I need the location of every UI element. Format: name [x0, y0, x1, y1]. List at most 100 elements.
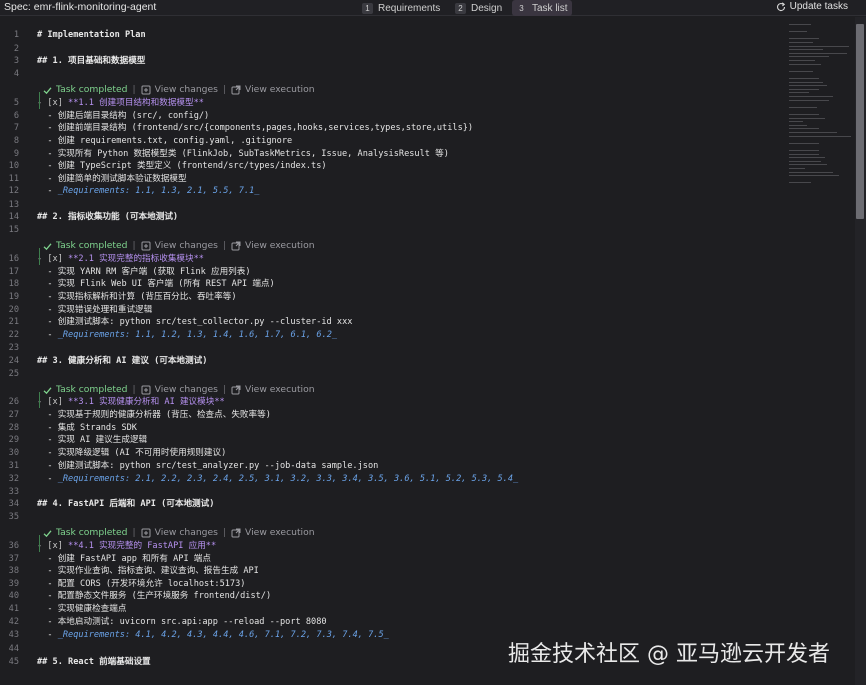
- line-number: 26: [8, 397, 19, 407]
- editor-line[interactable]: 7 - 创建前端目录结构 (frontend/src/{components,p…: [0, 122, 800, 134]
- section-heading: ## 2. 指标收集功能 (可本地测试): [37, 212, 179, 222]
- task-completed-status[interactable]: Task completed: [43, 527, 128, 539]
- line-text: - 创建简单的测试脚本验证数据模型: [37, 174, 187, 184]
- editor-line[interactable]: 19 - 实现指标解析和计算 (背压百分比、吞吐率等): [0, 291, 800, 303]
- minimap-line: [789, 52, 847, 54]
- editor-line[interactable]: 25: [0, 368, 800, 380]
- editor-line[interactable]: 4: [0, 68, 800, 80]
- watermark: 掘金技术社区 @ 亚马逊云开发者: [508, 642, 830, 667]
- task-checkbox[interactable]: - [x]: [37, 397, 68, 407]
- minimap-line: [789, 60, 815, 61]
- editor-line[interactable]: 26 - [x] **3.1 实现健康分析和 AI 建议模块**: [0, 396, 800, 408]
- task-completed-status[interactable]: Task completed: [43, 240, 128, 252]
- editor-line[interactable]: 42 - 本地启动测试: uvicorn src.api:app --reloa…: [0, 616, 800, 628]
- minimap[interactable]: [787, 24, 853, 194]
- line-text: - 本地启动测试: uvicorn src.api:app --reload -…: [37, 617, 327, 627]
- editor-line[interactable]: 21 - 创建测试脚本: python src/test_collector.p…: [0, 316, 800, 328]
- editor-line[interactable]: 33: [0, 486, 800, 498]
- editor-line[interactable]: 38 - 实现作业查询、指标查询、建议查询、报告生成 API: [0, 565, 800, 577]
- task-editor[interactable]: 1 # Implementation Plan 2 3 ## 1. 项目基础和数据模型 4…: [0, 17, 866, 685]
- editor-line[interactable]: 39 - 配置 CORS (开发环境允许 localhost:5173): [0, 578, 800, 590]
- editor-line[interactable]: 18 - 实现 Flink Web UI 客户端 (所有 REST API 端点…: [0, 278, 800, 290]
- editor-line[interactable]: 27 - 实现基于规则的健康分析器 (背压、检查点、失败率等): [0, 409, 800, 421]
- minimap-line: [789, 88, 819, 90]
- editor-line[interactable]: 2: [0, 43, 800, 55]
- view-execution-link[interactable]: View execution: [231, 527, 315, 539]
- completed-label: Task completed: [56, 527, 128, 538]
- minimap-line: [789, 45, 849, 47]
- list-bullet: -: [37, 474, 58, 484]
- task-bracket: [39, 535, 40, 552]
- minimap-line: [789, 78, 819, 79]
- editor-line[interactable]: 40 - 配置静态文件服务 (生产环境服务 frontend/dist/): [0, 590, 800, 602]
- editor-line[interactable]: 23: [0, 342, 800, 354]
- update-tasks-button[interactable]: Update tasks: [776, 1, 848, 12]
- separator: |: [132, 527, 136, 538]
- editor-line[interactable]: 13: [0, 199, 800, 211]
- editor-line[interactable]: 29 - 实现 AI 建议生成逻辑: [0, 434, 800, 446]
- task-bracket: [39, 248, 40, 265]
- editor-line[interactable]: 8 - 创建 requirements.txt, config.yaml, .g…: [0, 135, 800, 147]
- line-number: 20: [8, 305, 19, 315]
- editor-line[interactable]: 37 - 创建 FastAPI app 和所有 API 端点: [0, 553, 800, 565]
- view-execution-label: View execution: [245, 84, 315, 95]
- tab-design[interactable]: 2 Design: [455, 0, 502, 16]
- editor-line[interactable]: 11 - 创建简单的测试脚本验证数据模型: [0, 173, 800, 185]
- completed-label: Task completed: [56, 240, 128, 251]
- task-completed-status[interactable]: Task completed: [43, 84, 128, 96]
- spec-title: Spec: emr-flink-monitoring-agent: [4, 1, 157, 13]
- line-number: 1: [13, 30, 19, 40]
- line-number: 4: [13, 69, 19, 79]
- view-changes-link[interactable]: View changes: [141, 527, 218, 539]
- editor-line[interactable]: 34 ## 4. FastAPI 后端和 API (可本地测试): [0, 498, 800, 510]
- task-title: **3.1 实现健康分析和 AI 建议模块**: [68, 397, 225, 407]
- editor-line[interactable]: 28 - 集成 Strands SDK: [0, 422, 800, 434]
- editor-line[interactable]: 1 # Implementation Plan: [0, 29, 800, 41]
- editor-line[interactable]: 14 ## 2. 指标收集功能 (可本地测试): [0, 211, 800, 223]
- editor-line[interactable]: 24 ## 3. 健康分析和 AI 建议 (可本地测试): [0, 355, 800, 367]
- view-execution-link[interactable]: View execution: [231, 384, 315, 396]
- editor-line[interactable]: 22 - _Requirements: 1.1, 1.2, 1.3, 1.4, …: [0, 329, 800, 341]
- check-icon: [43, 242, 52, 250]
- requirements-refs: _Requirements: 2.1, 2.2, 2.3, 2.4, 2.5, …: [57, 474, 519, 484]
- task-checkbox[interactable]: - [x]: [37, 541, 68, 551]
- editor-line[interactable]: 35: [0, 511, 800, 523]
- editor-line[interactable]: 30 - 实现降级逻辑 (AI 不可用时使用规则建议): [0, 447, 800, 459]
- line-number: 25: [8, 369, 19, 379]
- minimap-line: [789, 124, 807, 126]
- line-text: - 创建前端目录结构 (frontend/src/{components,pag…: [37, 123, 474, 133]
- editor-line[interactable]: 5 - [x] **1.1 创建项目结构和数据模型**: [0, 97, 800, 109]
- view-execution-link[interactable]: View execution: [231, 84, 315, 96]
- line-number: 18: [8, 279, 19, 289]
- editor-line[interactable]: 6 - 创建后端目录结构 (src/, config/): [0, 110, 800, 122]
- tab-task-list[interactable]: 3 Task list: [512, 0, 572, 16]
- editor-line[interactable]: 17 - 实现 YARN RM 客户端 (获取 Flink 应用列表): [0, 266, 800, 278]
- execution-icon: [231, 528, 241, 538]
- editor-line[interactable]: 32 - _Requirements: 2.1, 2.2, 2.3, 2.4, …: [0, 473, 800, 485]
- list-bullet: -: [37, 186, 58, 196]
- tab-requirements[interactable]: 1 Requirements: [362, 0, 440, 16]
- editor-line[interactable]: 9 - 实现所有 Python 数据模型类 (FlinkJob, SubTask…: [0, 148, 800, 160]
- view-changes-label: View changes: [154, 384, 218, 395]
- editor-line[interactable]: 41 - 实现健康检查端点: [0, 603, 800, 615]
- editor-line[interactable]: 36 - [x] **4.1 实现完整的 FastAPI 应用**: [0, 540, 800, 552]
- minimap-line: [789, 175, 839, 177]
- editor-line[interactable]: 15: [0, 224, 800, 236]
- view-changes-link[interactable]: View changes: [141, 240, 218, 252]
- task-checkbox[interactable]: - [x]: [37, 98, 68, 108]
- completed-label: Task completed: [56, 384, 128, 395]
- editor-line[interactable]: 12 - _Requirements: 1.1, 1.3, 2.1, 5.5, …: [0, 185, 800, 197]
- editor-line[interactable]: 16 - [x] **2.1 实现完整的指标收集模块**: [0, 253, 800, 265]
- view-changes-link[interactable]: View changes: [141, 384, 218, 396]
- view-execution-link[interactable]: View execution: [231, 240, 315, 252]
- editor-line[interactable]: 31 - 创建测试脚本: python src/test_analyzer.py…: [0, 460, 800, 472]
- editor-line[interactable]: 10 - 创建 TypeScript 类型定义 (frontend/src/ty…: [0, 160, 800, 172]
- completed-label: Task completed: [56, 84, 128, 95]
- editor-line[interactable]: 20 - 实现错误处理和重试逻辑: [0, 304, 800, 316]
- view-changes-link[interactable]: View changes: [141, 84, 218, 96]
- scrollbar-thumb[interactable]: [856, 24, 864, 219]
- minimap-line: [789, 106, 817, 108]
- task-checkbox[interactable]: - [x]: [37, 254, 68, 264]
- editor-line[interactable]: 3 ## 1. 项目基础和数据模型: [0, 55, 800, 67]
- task-completed-status[interactable]: Task completed: [43, 384, 128, 396]
